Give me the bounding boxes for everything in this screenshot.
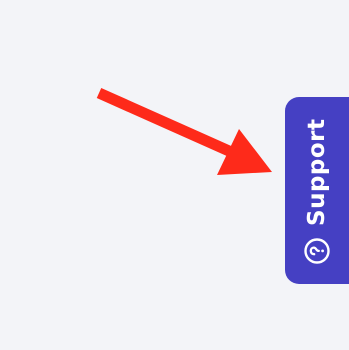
support-button[interactable]: Support (285, 97, 349, 284)
help-circle-icon (304, 238, 330, 264)
page-background: Support (0, 0, 349, 350)
support-button-content: Support (285, 97, 349, 284)
support-label: Support (303, 118, 330, 226)
